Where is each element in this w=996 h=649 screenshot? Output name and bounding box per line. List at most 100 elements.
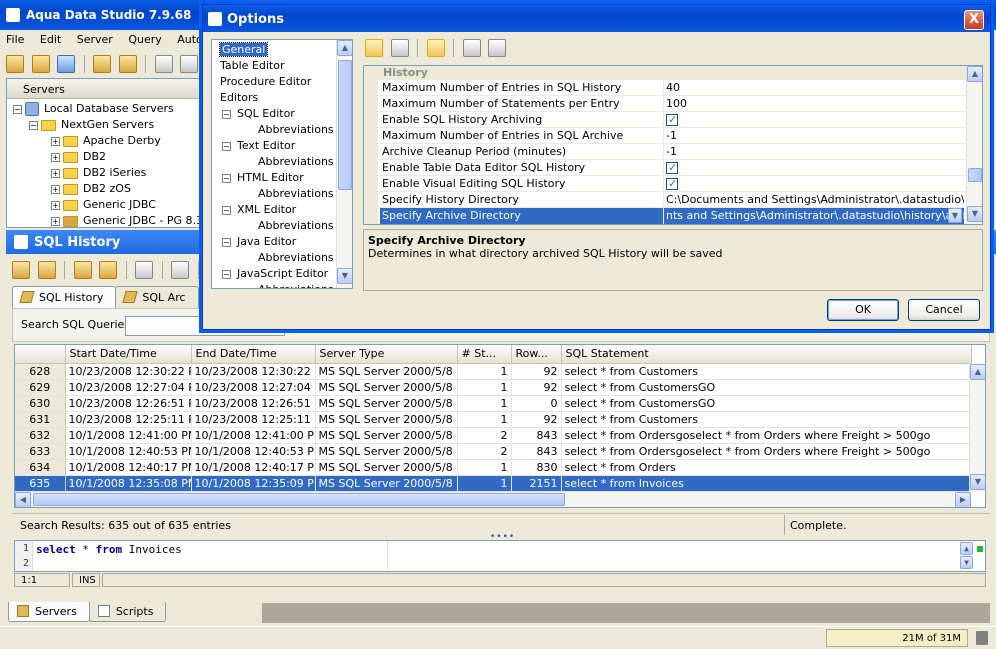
disconnect-icon[interactable] bbox=[118, 55, 137, 73]
grid-icon[interactable] bbox=[12, 261, 30, 279]
memory-usage[interactable]: 21M of 31M bbox=[826, 629, 968, 647]
column-header-rownum[interactable] bbox=[15, 345, 66, 364]
checkbox-checked-icon[interactable] bbox=[666, 176, 678, 192]
property-row[interactable]: Enable Visual Editing SQL History bbox=[364, 176, 982, 192]
expand-all-icon[interactable] bbox=[462, 39, 481, 57]
collapse-icon[interactable]: − bbox=[222, 109, 231, 119]
options-tree-node[interactable]: Abbreviations bbox=[212, 218, 352, 234]
options-tree-node[interactable]: Abbreviations bbox=[212, 186, 352, 202]
property-group-header[interactable]: −History bbox=[364, 66, 982, 80]
table-row[interactable]: 631 10/23/2008 12:25:11 PM 10/23/2008 12:2… bbox=[15, 411, 972, 428]
tree-node-db2-zos[interactable]: + DB2 zOS bbox=[7, 181, 205, 197]
expand-icon[interactable]: + bbox=[51, 200, 60, 210]
options-tree-node[interactable]: − JavaScript Editor bbox=[212, 266, 352, 282]
expand-icon[interactable]: + bbox=[51, 168, 60, 178]
column-header-statements[interactable]: # St... bbox=[457, 345, 512, 364]
menu-query[interactable]: Query bbox=[122, 30, 167, 46]
tree-node-local-servers[interactable]: − Local Database Servers bbox=[7, 101, 205, 117]
scroll-thumb[interactable] bbox=[33, 493, 565, 506]
table-row[interactable]: 628 10/23/2008 12:30:22 PM 10/23/2008 12:3… bbox=[15, 363, 972, 380]
options-tree-node[interactable]: − HTML Editor bbox=[212, 170, 352, 186]
property-row[interactable]: Archive Cleanup Period (minutes) -1 bbox=[364, 144, 982, 160]
menu-edit[interactable]: Edit bbox=[34, 30, 67, 46]
scroll-thumb[interactable] bbox=[338, 60, 352, 190]
menu-file[interactable]: File bbox=[0, 30, 30, 46]
collapse-icon[interactable]: − bbox=[222, 269, 231, 279]
tree-node-generic-jdbc-pg[interactable]: + Generic JDBC - PG 8.3 bbox=[7, 213, 205, 229]
ok-button[interactable]: OK bbox=[827, 299, 899, 321]
column-header-server-type[interactable]: Server Type bbox=[315, 345, 458, 364]
connect-icon[interactable] bbox=[93, 55, 111, 73]
options-tree-node[interactable]: − XML Editor bbox=[212, 202, 352, 218]
options-tree-node[interactable]: Abbreviations bbox=[212, 122, 352, 138]
editor-scroll-up-icon[interactable]: ▲ bbox=[960, 542, 973, 555]
edit-server-icon[interactable] bbox=[31, 55, 50, 73]
tab-servers[interactable]: Servers bbox=[8, 602, 90, 622]
table-icon[interactable] bbox=[57, 55, 75, 73]
cancel-button[interactable]: Cancel bbox=[908, 299, 980, 321]
property-vertical-scrollbar[interactable]: ▲ ▼ bbox=[966, 66, 982, 224]
scroll-up-icon[interactable]: ▲ bbox=[337, 40, 352, 56]
tree-node-nextgen[interactable]: − NextGen Servers bbox=[7, 117, 205, 133]
expand-icon[interactable]: + bbox=[51, 136, 60, 146]
scroll-thumb[interactable] bbox=[968, 168, 982, 182]
window-icon[interactable] bbox=[180, 55, 198, 73]
tab-scripts[interactable]: Scripts bbox=[88, 602, 167, 622]
dropdown-arrow-icon[interactable]: ▼ bbox=[948, 208, 962, 223]
options-tree-node[interactable]: Editors bbox=[212, 90, 352, 106]
table-row[interactable]: 635 10/1/2008 12:35:08 PM 10/1/2008 12:35:… bbox=[15, 475, 972, 492]
collapse-all-icon[interactable] bbox=[488, 39, 506, 57]
options-tree-node[interactable]: Table Editor bbox=[212, 58, 352, 74]
collapse-icon[interactable]: − bbox=[222, 237, 231, 247]
scroll-right-icon[interactable]: ▶ bbox=[955, 492, 971, 507]
property-row[interactable]: Enable Table Data Editor SQL History bbox=[364, 160, 982, 176]
new-server-icon[interactable] bbox=[6, 55, 24, 73]
collapse-icon[interactable]: − bbox=[222, 141, 231, 151]
scroll-up-icon[interactable]: ▲ bbox=[970, 364, 985, 380]
scroll-down-icon[interactable]: ▼ bbox=[337, 268, 352, 284]
table-row[interactable]: 630 10/23/2008 12:26:51 PM 10/23/2008 12:2… bbox=[15, 395, 972, 412]
table-row[interactable]: 629 10/23/2008 12:27:04 PM 10/23/2008 12:2… bbox=[15, 379, 972, 396]
expand-icon[interactable]: + bbox=[51, 152, 60, 162]
options-tree-node[interactable]: General bbox=[212, 42, 352, 58]
sort-alphabetical-icon[interactable] bbox=[390, 39, 409, 57]
close-icon[interactable]: X bbox=[964, 10, 984, 30]
expand-icon[interactable]: + bbox=[51, 216, 60, 226]
copy-icon[interactable] bbox=[135, 261, 153, 279]
property-pages-icon[interactable] bbox=[426, 39, 445, 57]
grid-vertical-scrollbar[interactable]: ▲ ▼ bbox=[969, 364, 985, 492]
property-value[interactable]: 40 bbox=[664, 80, 964, 96]
window-icon[interactable] bbox=[171, 261, 189, 279]
options-tree-node[interactable]: − Java Editor bbox=[212, 234, 352, 250]
scroll-up-icon[interactable]: ▲ bbox=[967, 66, 982, 82]
checkbox-checked-icon[interactable] bbox=[666, 160, 678, 176]
property-checkbox[interactable] bbox=[664, 176, 964, 192]
scroll-down-icon[interactable]: ▼ bbox=[967, 206, 982, 222]
scroll-left-icon[interactable]: ◀ bbox=[15, 492, 31, 507]
collapse-icon[interactable]: − bbox=[222, 205, 231, 215]
property-checkbox[interactable] bbox=[664, 160, 964, 176]
window-icon[interactable] bbox=[154, 55, 173, 73]
scroll-down-icon[interactable]: ▼ bbox=[970, 474, 985, 490]
column-header-sql[interactable]: SQL Statement bbox=[561, 345, 972, 364]
options-tree-node[interactable]: Abbreviations bbox=[212, 250, 352, 266]
options-tree-node[interactable]: − SQL Editor bbox=[212, 106, 352, 122]
property-value[interactable]: 100 bbox=[664, 96, 964, 112]
sql-editor[interactable]: 1 2 select * from Invoices ▲ ▼ bbox=[14, 540, 986, 572]
table-row[interactable]: 633 10/1/2008 12:40:53 PM 10/1/2008 12:40:… bbox=[15, 443, 972, 460]
options-tree-node[interactable]: Procedure Editor bbox=[212, 74, 352, 90]
table-row[interactable]: 634 10/1/2008 12:40:17 PM 10/1/2008 12:40:… bbox=[15, 459, 972, 476]
trash-icon[interactable] bbox=[976, 631, 988, 645]
column-header-rows[interactable]: Row... bbox=[511, 345, 562, 364]
tree-node-db2[interactable]: + DB2 bbox=[7, 149, 205, 165]
property-value[interactable]: nts and Settings\Administrator\.datastud… bbox=[664, 208, 964, 224]
property-value[interactable]: C:\Documents and Settings\Administrator\… bbox=[664, 192, 964, 208]
collapse-icon[interactable]: − bbox=[222, 173, 231, 183]
table-row[interactable]: 632 10/1/2008 12:41:00 PM 10/1/2008 12:41:… bbox=[15, 427, 972, 444]
categorized-view-icon[interactable] bbox=[365, 39, 383, 57]
collapse-icon[interactable]: − bbox=[13, 104, 22, 114]
property-row[interactable]: Specify History Directory C:\Documents an… bbox=[364, 192, 982, 208]
tree-vertical-scrollbar[interactable]: ▲ ▼ bbox=[336, 40, 352, 288]
grid-export-icon[interactable] bbox=[37, 261, 56, 279]
property-row[interactable]: Maximum Number of Entries in SQL History… bbox=[364, 80, 982, 96]
